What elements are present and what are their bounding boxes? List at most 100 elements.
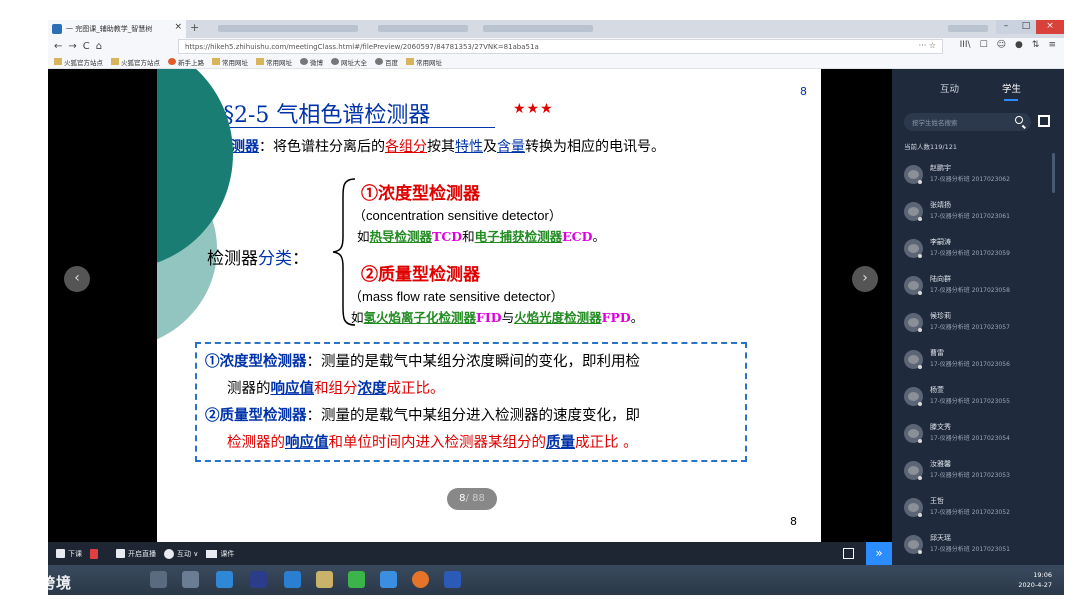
back-icon[interactable]: ← [54, 41, 62, 52]
decorative-circle [157, 69, 233, 269]
student-item[interactable]: 候珍莉 17-仪器分析班 2017023057 [904, 311, 1054, 341]
account-icon[interactable]: ☺ [997, 40, 1006, 50]
folder-icon [54, 58, 62, 65]
sync-icon[interactable]: ⇅ [1032, 40, 1040, 50]
maximize-button[interactable]: □ [1016, 20, 1036, 34]
qr-code-icon[interactable] [1038, 115, 1050, 127]
browser-tab-bar: 一 完图课_辅助教学_智慧树 × + – □ × [48, 20, 1064, 38]
tab-close-icon[interactable]: × [174, 22, 182, 32]
taskbar-app-icon[interactable] [182, 571, 199, 588]
status-dot [918, 476, 922, 480]
tab-interact[interactable]: 互动 [940, 81, 959, 95]
chat-icon[interactable]: ● [1015, 40, 1023, 50]
status-dot [918, 217, 922, 221]
student-panel: 互动 学生 按学生姓名搜索 当前人数119/121 赵鹏宇 17-仪器分析班 20… [892, 69, 1064, 565]
system-clock[interactable]: 19:06 2020-4-27 [1018, 570, 1052, 590]
fullscreen-icon[interactable] [843, 548, 854, 559]
student-item[interactable]: 陆向群 17-仪器分析班 2017023058 [904, 274, 1054, 304]
status-dot [918, 439, 922, 443]
bookmark-item[interactable]: 微博 [300, 57, 323, 67]
status-dot [918, 254, 922, 258]
student-item[interactable]: 杨萱 17-仪器分析班 2017023055 [904, 385, 1054, 415]
blurred-tab[interactable] [218, 25, 358, 32]
interact-menu-button[interactable]: 互动 ∨ [164, 548, 198, 559]
minimize-button[interactable]: – [996, 20, 1016, 34]
bookmark-item[interactable]: 常用网址 [212, 57, 248, 67]
bookmark-item[interactable]: 新手上路 [168, 57, 204, 67]
browser-tab-active[interactable]: 一 完图课_辅助教学_智慧树 × [48, 20, 186, 38]
box-line-4: 检测器的响应值和单位时间内进入检测器某组分的质量成正比 。 [227, 434, 638, 451]
control-bar: 下课 开启直播 互动 ∨ 课件 » [48, 542, 892, 565]
tab-students[interactable]: 学生 [1002, 81, 1021, 95]
slide-title: §2-5 气相色谱检测器 [223, 103, 431, 128]
wechat-icon[interactable] [348, 571, 365, 588]
reload-icon[interactable]: C [83, 41, 90, 52]
box-line-2: 测器的响应值和组分浓度成正比。 [227, 380, 445, 397]
taskbar-app-icon[interactable] [316, 571, 333, 588]
new-tab-button[interactable]: + [190, 21, 199, 34]
bookmark-item[interactable]: 火狐官方站点 [54, 57, 103, 67]
mass-detector-examples: 如氢火焰离子化检测器FID与火焰光度检测器FPD。 [351, 310, 644, 325]
watermark-logo: 大数跨境 [8, 574, 73, 592]
forward-icon[interactable]: → [68, 41, 76, 52]
folder-icon [111, 58, 119, 65]
url-bar[interactable]: https://hikeh5.zhihuishu.com/meetingClas… [178, 39, 943, 54]
url-text[interactable]: https://hikeh5.zhihuishu.com/meetingClas… [185, 43, 539, 51]
taskbar-app-icon[interactable] [284, 571, 301, 588]
courseware-button[interactable]: 课件 [206, 549, 234, 559]
title-underline [217, 127, 495, 128]
bookmark-item[interactable]: 网址大全 [331, 57, 367, 67]
library-icon[interactable]: III\ [960, 40, 971, 50]
bookmarks-bar: 火狐官方站点 火狐官方站点 新手上路 常用网址 常用网址 微博 网址大全 百度 … [48, 55, 1064, 69]
student-item[interactable]: 李嗣涛 17-仪器分析班 2017023059 [904, 237, 1054, 267]
student-item[interactable]: 滕文秀 17-仪器分析班 2017023054 [904, 422, 1054, 452]
next-slide-button[interactable]: › [852, 266, 878, 292]
tab-title: 一 完图课_辅助教学_智慧树 [66, 25, 153, 33]
student-item[interactable]: 汝雅馨 17-仪器分析班 2017023053 [904, 459, 1054, 489]
search-icon[interactable] [1015, 116, 1023, 124]
blurred-tab[interactable] [378, 25, 468, 32]
bookmark-item[interactable]: 常用网址 [256, 57, 292, 67]
student-item[interactable]: 曹雷 17-仪器分析班 2017023056 [904, 348, 1054, 378]
firefox-icon[interactable] [412, 571, 429, 588]
photoshop-icon[interactable] [250, 571, 267, 588]
window-close-button[interactable]: × [1036, 20, 1064, 34]
concentration-detector-title: ①浓度型检测器 [361, 184, 480, 204]
mass-detector-title: ②质量型检测器 [361, 265, 480, 285]
blurred-tab[interactable] [948, 25, 988, 32]
active-tab-indicator [1004, 99, 1018, 101]
taskbar-app-icon[interactable] [380, 571, 397, 588]
student-item[interactable]: 赵鹏宇 17-仪器分析班 2017023062 [904, 163, 1054, 193]
home-icon[interactable]: ⌂ [96, 41, 102, 52]
student-item[interactable]: 王哲 17-仪器分析班 2017023052 [904, 496, 1054, 526]
student-item[interactable]: 邱天瑶 17-仪器分析班 2017023051 [904, 533, 1054, 563]
collapse-panel-button[interactable]: » [866, 542, 892, 565]
importance-stars: ★★★ [513, 101, 554, 117]
sidebar-icon[interactable]: ☐ [980, 40, 988, 50]
folder-icon [256, 58, 264, 65]
taskbar-app-icon[interactable] [216, 571, 233, 588]
firefox-icon [168, 58, 176, 65]
menu-icon[interactable]: ≡ [1048, 40, 1056, 50]
page-indicator: 8/ 88 [447, 488, 497, 510]
page-actions-icon[interactable]: ··· ☆ [919, 41, 936, 50]
blurred-tab[interactable] [483, 25, 593, 32]
student-search-input[interactable]: 按学生姓名搜索 [904, 113, 1031, 131]
folder-icon [406, 58, 414, 65]
status-dot [918, 365, 922, 369]
panel-tabs: 互动 学生 [892, 77, 1064, 101]
taskbar-app-icon[interactable] [150, 571, 167, 588]
bookmark-item[interactable]: 百度 [375, 57, 398, 67]
slide-page-number: 8 [800, 85, 807, 98]
hand-button[interactable] [90, 548, 98, 559]
folder-icon [206, 549, 218, 558]
bookmark-item[interactable]: 常用网址 [406, 57, 442, 67]
start-live-button[interactable]: 开启直播 [116, 549, 156, 559]
bookmark-item[interactable]: 火狐官方站点 [111, 57, 160, 67]
concentration-detector-examples: 如热导检测器TCD和电子捕获检测器ECD。 [357, 229, 605, 244]
word-icon[interactable] [444, 571, 461, 588]
prev-slide-button[interactable]: ‹ [64, 266, 90, 292]
student-item[interactable]: 张靖扬 17-仪器分析班 2017023061 [904, 200, 1054, 230]
leave-class-button[interactable]: 下课 [56, 549, 82, 559]
status-dot [918, 402, 922, 406]
